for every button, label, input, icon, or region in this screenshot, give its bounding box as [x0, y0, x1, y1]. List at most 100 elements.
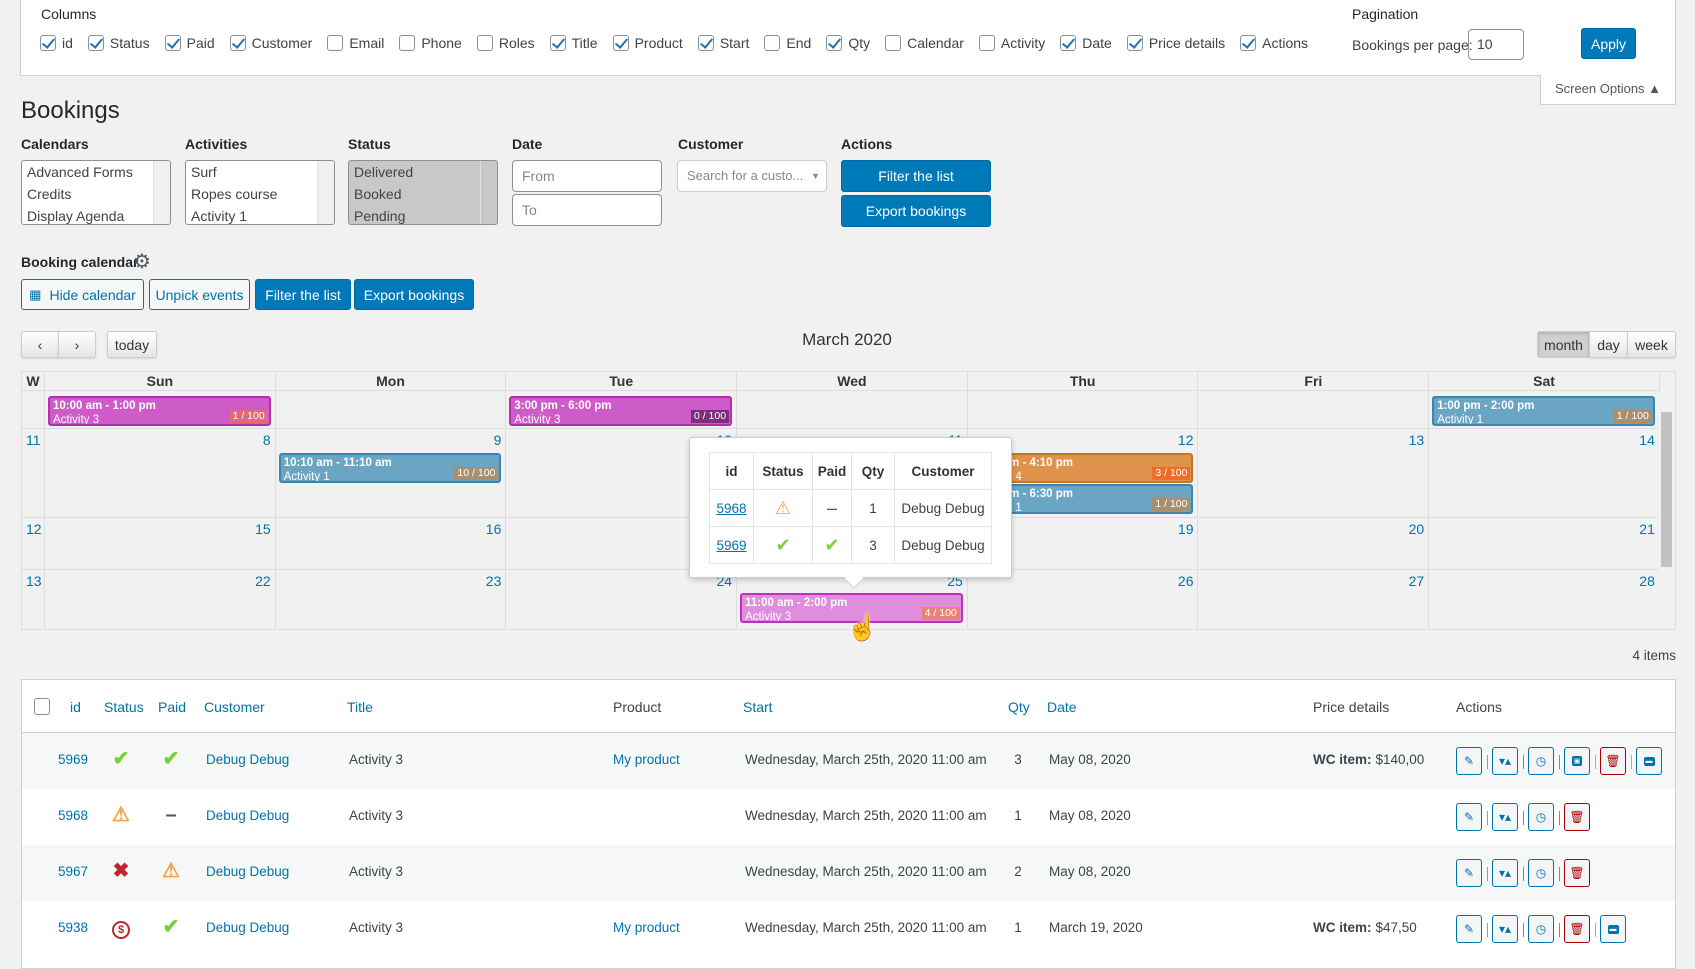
column-checkbox[interactable] [1126, 35, 1143, 51]
column-option-phone[interactable]: Phone [399, 35, 462, 51]
scrollbar-thumb[interactable] [1661, 412, 1672, 567]
edit-button[interactable]: ✎ [1456, 859, 1482, 887]
col-start[interactable]: Start [743, 699, 773, 715]
customer-select[interactable]: Search for a custo... ▼ [677, 160, 827, 192]
date-to-input[interactable]: To [512, 194, 662, 226]
day-number[interactable]: 21 [1639, 521, 1655, 537]
scrollbar[interactable] [317, 161, 334, 224]
day-cell[interactable]: 20 [1198, 518, 1430, 570]
col-title[interactable]: Title [347, 699, 373, 715]
woo-button[interactable]: ▬ [1636, 747, 1662, 775]
column-option-title[interactable]: Title [549, 35, 598, 51]
day-number[interactable]: 26 [1178, 573, 1194, 589]
edit-button[interactable]: ✎ [1456, 803, 1482, 831]
customer-link[interactable]: Debug Debug [206, 808, 289, 823]
day-cell[interactable]: 24 [506, 570, 738, 629]
history-button[interactable]: ◷ [1528, 803, 1554, 831]
calendar-event[interactable]: 10:10 am - 11:10 am Activity 1 10 / 100 [278, 453, 502, 483]
day-cell[interactable]: 14 [1429, 429, 1660, 518]
status-select[interactable]: Delivered Booked Pending [348, 160, 498, 225]
reschedule-button[interactable]: ▾▴ [1492, 803, 1518, 831]
day-cell[interactable] [275, 391, 507, 429]
filter-list-button[interactable]: Filter the list [841, 160, 991, 192]
day-number[interactable]: 22 [255, 573, 271, 589]
booking-id-link[interactable]: 5969 [716, 538, 746, 553]
status-option[interactable]: Booked [349, 183, 497, 205]
calendar-event[interactable]: 3:00 pm - 6:00 pm Activity 30 / 100 [509, 396, 733, 426]
day-number[interactable]: 15 [255, 521, 271, 537]
edit-button[interactable]: ✎ [1456, 747, 1482, 775]
delete-button[interactable]: 🗑 [1564, 915, 1590, 943]
woo-button[interactable]: ▬ [1600, 915, 1626, 943]
screen-options-tab[interactable]: Screen Options ▲ [1540, 75, 1676, 105]
day-cell[interactable]: 23 [276, 570, 507, 629]
booking-id-link[interactable]: 5968 [716, 501, 746, 516]
column-checkbox[interactable] [229, 35, 246, 51]
reschedule-button[interactable]: ▾▴ [1492, 915, 1518, 943]
week-view-button[interactable]: week [1627, 331, 1676, 358]
delete-button[interactable]: 🗑 [1564, 859, 1590, 887]
day-number[interactable]: 9 [494, 432, 502, 448]
column-checkbox[interactable] [612, 35, 629, 51]
month-view-button[interactable]: month [1537, 331, 1590, 358]
activities-select[interactable]: Surf Ropes course Activity 1 [185, 160, 335, 225]
day-cell[interactable]: 22 [45, 570, 276, 629]
export-bookings-button[interactable]: Export bookings [841, 195, 991, 227]
calendar-filter-button[interactable]: Filter the list [255, 279, 351, 310]
week-number[interactable]: 13 [26, 573, 42, 589]
day-cell[interactable]: 16 [275, 518, 507, 570]
status-option[interactable]: Pending [349, 205, 497, 224]
select-all-checkbox[interactable] [34, 698, 50, 715]
column-checkbox[interactable] [476, 35, 493, 51]
history-button[interactable]: ◷ [1528, 747, 1554, 775]
delete-button[interactable]: 🗑 [1564, 803, 1590, 831]
column-option-status[interactable]: Status [87, 35, 150, 51]
product-link[interactable]: My product [613, 920, 680, 935]
prev-month-button[interactable]: ‹ [21, 331, 59, 358]
week-number[interactable]: 11 [26, 432, 41, 448]
date-from-input[interactable]: From [512, 160, 662, 192]
calendars-option[interactable]: Credits [22, 183, 170, 205]
day-cell[interactable] [1198, 391, 1430, 429]
calendars-option[interactable]: Advanced Forms [22, 161, 170, 183]
calendar-event[interactable]: 1:00 pm - 2:00 pm Activity 11 / 100 [1432, 396, 1655, 426]
day-cell[interactable]: 21 [1429, 518, 1660, 570]
activities-option[interactable]: Activity 1 [186, 205, 334, 224]
column-option-email[interactable]: Email [327, 35, 384, 51]
day-cell[interactable]: 8 [45, 429, 276, 518]
column-option-date[interactable]: Date [1060, 35, 1112, 51]
unpick-events-button[interactable]: Unpick events [149, 279, 250, 310]
column-checkbox[interactable] [327, 35, 344, 51]
column-checkbox[interactable] [1240, 35, 1257, 51]
booking-id-link[interactable]: 5938 [58, 920, 88, 935]
product-link[interactable]: My product [613, 752, 680, 767]
next-month-button[interactable]: › [58, 331, 96, 358]
apply-button[interactable]: Apply [1581, 28, 1636, 59]
day-cell[interactable]: 26 [968, 570, 1199, 629]
history-button[interactable]: ◷ [1528, 915, 1554, 943]
col-status[interactable]: Status [104, 699, 144, 715]
day-number[interactable]: 28 [1639, 573, 1655, 589]
column-checkbox[interactable] [764, 35, 781, 51]
column-option-qty[interactable]: Qty [826, 35, 870, 51]
day-number[interactable]: 13 [1409, 432, 1425, 448]
day-cell[interactable]: 28 [1429, 570, 1660, 629]
hide-calendar-button[interactable]: ▦ Hide calendar [21, 279, 144, 310]
column-option-customer[interactable]: Customer [229, 35, 312, 51]
week-number[interactable]: 12 [26, 521, 42, 537]
column-checkbox[interactable] [399, 35, 416, 51]
column-checkbox[interactable] [40, 35, 56, 51]
customer-link[interactable]: Debug Debug [206, 864, 289, 879]
customer-link[interactable]: Debug Debug [206, 920, 289, 935]
day-cell[interactable]: 27 [1199, 570, 1430, 629]
column-checkbox[interactable] [164, 35, 181, 51]
day-cell[interactable]: 15 [45, 518, 276, 570]
col-qty[interactable]: Qty [1008, 699, 1030, 715]
calendar-event[interactable]: 10:00 am - 1:00 pm Activity 31 / 100 [48, 396, 271, 426]
day-number[interactable]: 16 [486, 521, 502, 537]
booking-id-link[interactable]: 5969 [58, 752, 88, 767]
column-option-start[interactable]: Start [697, 35, 749, 51]
calendar-export-button[interactable]: Export bookings [354, 279, 474, 310]
day-number[interactable]: 20 [1409, 521, 1425, 537]
day-number[interactable]: 23 [486, 573, 502, 589]
